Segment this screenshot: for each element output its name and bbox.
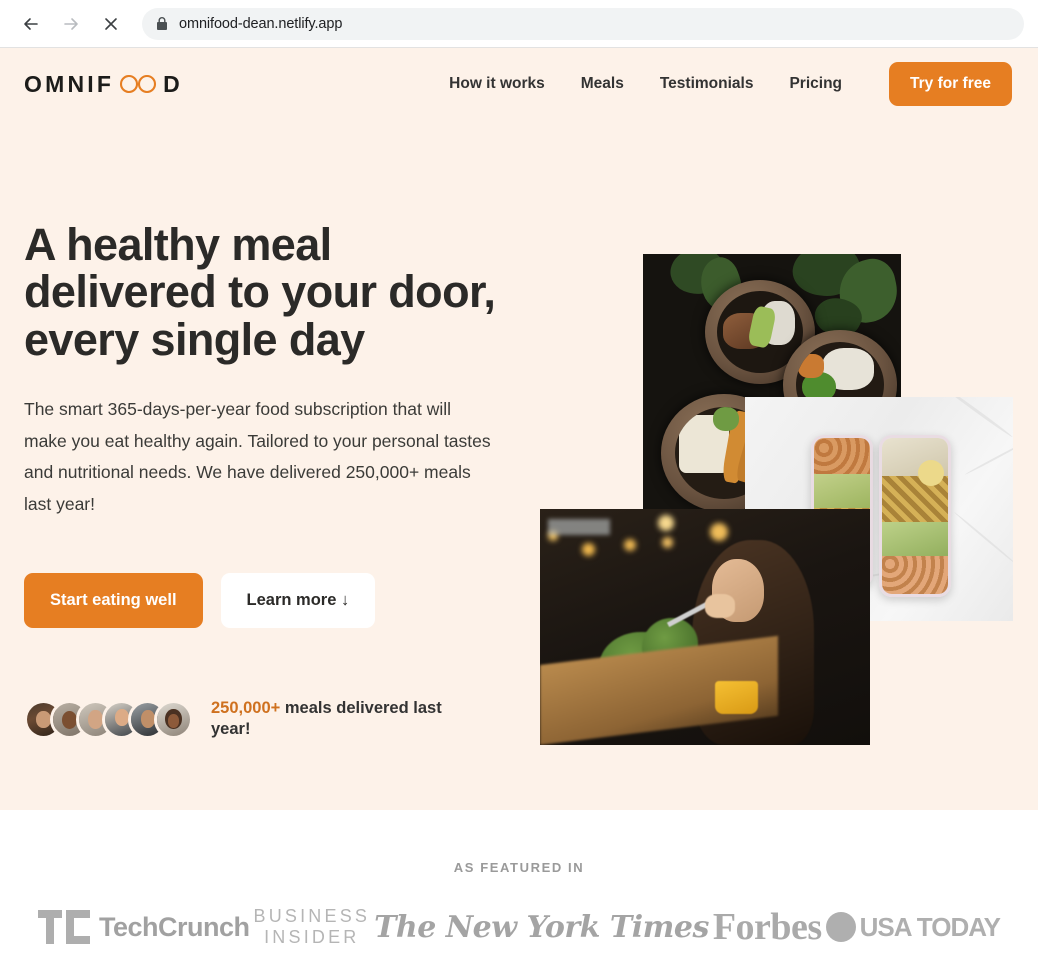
techcrunch-mark-icon xyxy=(38,910,90,944)
forbes-logo: Forbes xyxy=(713,905,822,949)
hero-text-column: A healthy meal delivered to your door, e… xyxy=(24,120,524,740)
hero-description: The smart 365-days-per-year food subscri… xyxy=(24,398,491,515)
business-insider-line2: INSIDER xyxy=(264,927,360,947)
infinity-icon xyxy=(118,74,158,94)
hero-section: OMNIF D How it works Meals Testimonials … xyxy=(0,48,1038,810)
forward-button[interactable] xyxy=(54,7,88,41)
logo-text-suffix: D xyxy=(163,70,183,97)
lock-icon xyxy=(156,16,168,31)
techcrunch-logo: TechCrunch xyxy=(38,910,250,944)
stop-loading-button[interactable] xyxy=(94,7,128,41)
usa-today-dot-icon xyxy=(825,912,856,942)
avatar xyxy=(154,699,193,739)
start-eating-well-button[interactable]: Start eating well xyxy=(24,573,203,629)
omnifood-logo[interactable]: OMNIF D xyxy=(24,71,183,98)
nav-link-how-it-works[interactable]: How it works xyxy=(449,75,545,93)
usa-today-wordmark: USA TODAY xyxy=(859,911,1001,942)
forbes-wordmark: Forbes xyxy=(712,906,822,948)
business-insider-line1: BUSINESS xyxy=(253,905,371,926)
url-text: omnifood-dean.netlify.app xyxy=(179,15,343,32)
delivered-meals-stat: 250,000+ meals delivered last year! xyxy=(24,698,524,740)
techcrunch-wordmark: TechCrunch xyxy=(99,911,250,942)
logo-text-prefix: OMNIF xyxy=(24,70,115,97)
featured-logos-row: TechCrunch BUSINESS INSIDER The New York… xyxy=(24,905,1014,949)
browser-toolbar: omnifood-dean.netlify.app xyxy=(0,0,1038,48)
nav-link-testimonials[interactable]: Testimonials xyxy=(660,75,754,93)
site-header: OMNIF D How it works Meals Testimonials … xyxy=(0,48,1038,120)
delivered-meals-text: 250,000+ meals delivered last year! xyxy=(211,698,473,740)
business-insider-logo: BUSINESS INSIDER xyxy=(253,906,370,948)
featured-in-heading: AS FEATURED IN xyxy=(453,860,585,875)
delivered-meals-count: 250,000+ xyxy=(211,699,281,718)
hero-cta-group: Start eating well Learn more ↓ xyxy=(24,573,524,629)
hero-title: A healthy meal delivered to your door, e… xyxy=(24,219,496,365)
featured-in-section: AS FEATURED IN TechCrunch BUSINESS INSID… xyxy=(0,810,1038,949)
main-navigation: How it works Meals Testimonials Pricing … xyxy=(449,62,1012,106)
page-content: OMNIF D How it works Meals Testimonials … xyxy=(0,48,1038,957)
customer-avatars xyxy=(24,699,193,739)
hero: A healthy meal delivered to your door, e… xyxy=(0,120,1038,740)
nav-link-meals[interactable]: Meals xyxy=(581,75,624,93)
try-for-free-button[interactable]: Try for free xyxy=(889,62,1012,106)
nav-link-pricing[interactable]: Pricing xyxy=(789,75,842,93)
learn-more-button[interactable]: Learn more ↓ xyxy=(220,573,376,629)
usa-today-logo: USA TODAY xyxy=(825,911,1001,943)
new-york-times-logo: The New York Times xyxy=(374,910,709,945)
new-york-times-wordmark: The New York Times xyxy=(374,909,709,945)
back-button[interactable] xyxy=(14,7,48,41)
address-bar[interactable]: omnifood-dean.netlify.app xyxy=(142,7,1024,40)
